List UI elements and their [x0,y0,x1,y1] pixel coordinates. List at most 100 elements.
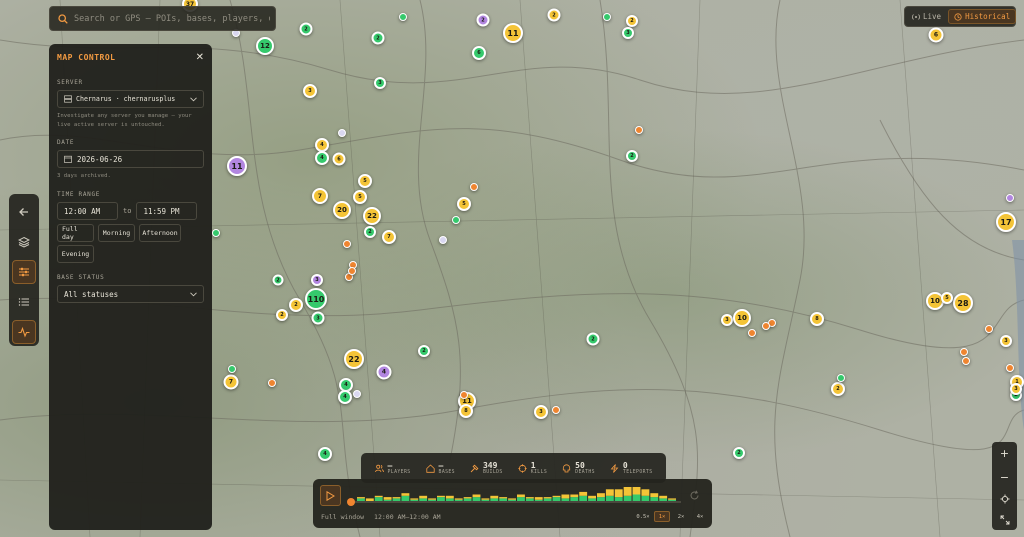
live-button[interactable]: Live [907,9,946,24]
map-marker-yellow[interactable]: 3 [534,405,548,419]
map-dot-purple[interactable] [1006,194,1014,202]
map-marker-green[interactable]: 2 [733,447,745,459]
close-icon[interactable]: ✕ [196,52,204,63]
timeline-scrubber[interactable] [347,498,355,506]
map-marker-yellow[interactable]: 8 [459,404,473,418]
reset-icon[interactable] [689,490,700,501]
date-field[interactable]: 2026-06-26 [57,150,204,168]
search-input[interactable] [74,13,270,24]
map-dot-green[interactable] [837,374,845,382]
map-marker-green[interactable]: 2 [272,274,284,286]
map-marker-green[interactable]: 3 [311,311,325,325]
map-marker-green[interactable]: 2 [299,22,313,36]
map-marker-yellow[interactable]: 28 [953,293,973,313]
map-marker-green[interactable]: 2 [418,345,430,357]
map-dot-orange[interactable] [348,267,356,275]
map-dot-white[interactable] [353,390,361,398]
list-button[interactable] [12,290,36,314]
map-marker-yellow[interactable]: 2 [831,382,845,396]
map-marker-green[interactable]: 2 [371,31,385,45]
map-marker-yellow[interactable]: 22 [344,349,364,369]
map-marker-yellow[interactable]: 2 [626,15,638,27]
map-marker-yellow[interactable]: 5 [358,174,372,188]
server-select[interactable]: Chernarus · chernarusplus [57,90,204,108]
speed-2x[interactable]: 2× [673,511,689,522]
speed-0-5x[interactable]: 0.5× [635,511,651,522]
map-dot-orange[interactable] [552,406,560,414]
expand-icon[interactable] [1000,515,1010,525]
back-button[interactable] [12,200,36,224]
map-dot-white[interactable] [338,129,346,137]
map-marker-green[interactable]: 6 [472,46,486,60]
preset-evening[interactable]: Evening [57,245,94,263]
play-button[interactable] [320,485,341,506]
map-dot-orange[interactable] [962,357,970,365]
preset-morning[interactable]: Morning [98,224,135,242]
map-marker-yellow[interactable]: 7 [312,188,328,204]
map-marker-yellow[interactable]: 4 [315,138,329,152]
map-marker-yellow[interactable]: 3 [721,314,733,326]
map-marker-green[interactable]: 3 [622,27,634,39]
map-marker-yellow[interactable]: 5 [353,190,367,204]
map-marker-yellow[interactable]: 3 [303,84,317,98]
map-dot-white[interactable] [439,236,447,244]
map-dot-orange[interactable] [268,379,276,387]
zoom-in-icon[interactable]: + [1000,447,1009,460]
map-marker-yellow[interactable]: 5 [457,197,471,211]
map-marker-purple[interactable]: 2 [476,13,490,27]
map-marker-green[interactable]: 4 [338,390,352,404]
map-marker-yellow[interactable]: 20 [333,201,351,219]
map-dot-green[interactable] [452,216,460,224]
map-marker-yellow[interactable]: 10 [733,309,751,327]
map-marker-yellow[interactable]: 6 [928,27,944,43]
map-marker-purple[interactable]: 11 [227,156,247,176]
filters-button[interactable] [12,260,36,284]
base-status-select[interactable]: All statuses [57,285,204,303]
map-marker-green[interactable]: 110 [305,288,327,310]
map-marker-yellow[interactable]: 3 [1000,335,1012,347]
map-marker-yellow[interactable]: 8 [810,312,824,326]
map-dot-green[interactable] [212,229,220,237]
map-marker-yellow[interactable]: 7 [223,374,239,390]
zoom-out-icon[interactable]: − [1000,471,1009,484]
activity-button[interactable] [12,320,36,344]
map-marker-purple[interactable]: 3 [311,274,323,286]
map-marker-yellow[interactable]: 5 [941,292,953,304]
map-marker-green[interactable]: 3 [374,77,386,89]
map-dot-orange[interactable] [985,325,993,333]
locate-icon[interactable] [1000,494,1010,504]
map-marker-purple[interactable]: 4 [376,364,392,380]
map-dot-orange[interactable] [762,322,770,330]
search-bar[interactable] [49,6,276,31]
map-marker-green[interactable]: 2 [364,226,376,238]
speed-1x[interactable]: 1× [654,511,670,522]
map-marker-yellow[interactable]: 17 [996,212,1016,232]
activity-histogram[interactable] [347,487,683,507]
preset-afternoon[interactable]: Afternoon [139,224,181,242]
map-dot-orange[interactable] [748,329,756,337]
map-dot-orange[interactable] [960,348,968,356]
preset-full-day[interactable]: Full day [57,224,94,242]
speed-4x[interactable]: 4× [692,511,708,522]
map-dot-green[interactable] [399,13,407,21]
map-marker-yellow[interactable]: 3 [1010,383,1022,395]
map-marker-yellow[interactable]: 2 [289,298,303,312]
map-marker-yellow[interactable]: 11 [503,23,523,43]
map-marker-yellow[interactable]: 2 [276,309,288,321]
map-marker-yellow[interactable]: 7 [382,230,396,244]
map-marker-green[interactable]: 4 [315,151,329,165]
historical-button[interactable]: Historical [948,9,1017,24]
time-to-field[interactable]: 11:59 PM [136,202,198,220]
map-dot-orange[interactable] [470,183,478,191]
map-marker-green[interactable]: 12 [256,37,274,55]
map-marker-yellow[interactable]: 6 [332,152,346,166]
layers-button[interactable] [12,230,36,254]
map-marker-green[interactable]: 2 [586,332,600,346]
map-marker-green[interactable]: 4 [318,447,332,461]
map-dot-green[interactable] [603,13,611,21]
map-dot-green[interactable] [228,365,236,373]
map-marker-yellow[interactable]: 22 [363,207,381,225]
map-dot-orange[interactable] [1006,364,1014,372]
time-from-field[interactable]: 12:00 AM [57,202,118,220]
map-marker-green[interactable]: 2 [626,150,638,162]
